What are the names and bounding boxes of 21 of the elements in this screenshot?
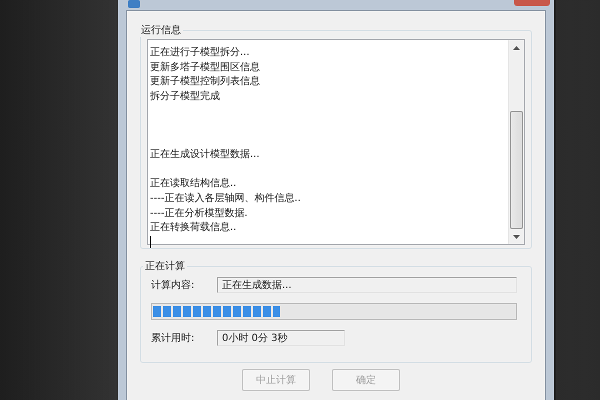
scrollbar[interactable] — [508, 40, 524, 244]
log-line: ----正在读入各层轴网、构件信息.. — [150, 192, 302, 206]
log-line: 更新多塔子模型围区信息 — [150, 60, 261, 75]
log-line: ----正在分析模型数据. — [150, 206, 249, 221]
log-line: 正在进行子模型拆分... — [150, 46, 251, 60]
group-title: 正在计算 — [144, 260, 186, 273]
text-cursor — [150, 236, 151, 248]
log-line: 更新子模型控制列表信息 — [150, 75, 261, 90]
scroll-thumb[interactable] — [510, 111, 523, 229]
log-line: 正在生成设计模型数据... — [150, 148, 261, 162]
close-button[interactable] — [514, 0, 550, 6]
log-text-area[interactable]: 正在进行子模型拆分... 更新多塔子模型围区信息 更新子模型控制列表信息 拆分子模型完成 正在生成设计模型数据... 正在读取结构信息.. ----正在读入各层轴网、构件信息.. ----正在分析模型数据. 正在转换荷载信息.. — [147, 39, 525, 245]
elapsed-time-field: 0小时 0分 3秒 — [217, 330, 345, 346]
group-title: 运行信息 — [140, 24, 182, 37]
field-label: 累计用时: — [151, 332, 196, 345]
field-label: 计算内容: — [151, 278, 196, 292]
log-line: 正在读取结构信息.. — [150, 177, 238, 192]
app-icon — [128, 0, 140, 8]
log-line: 正在转换荷载信息.. — [150, 221, 238, 236]
content-field: 正在生成数据... — [217, 277, 517, 293]
log-line: 拆分子模型完成 — [150, 90, 221, 104]
